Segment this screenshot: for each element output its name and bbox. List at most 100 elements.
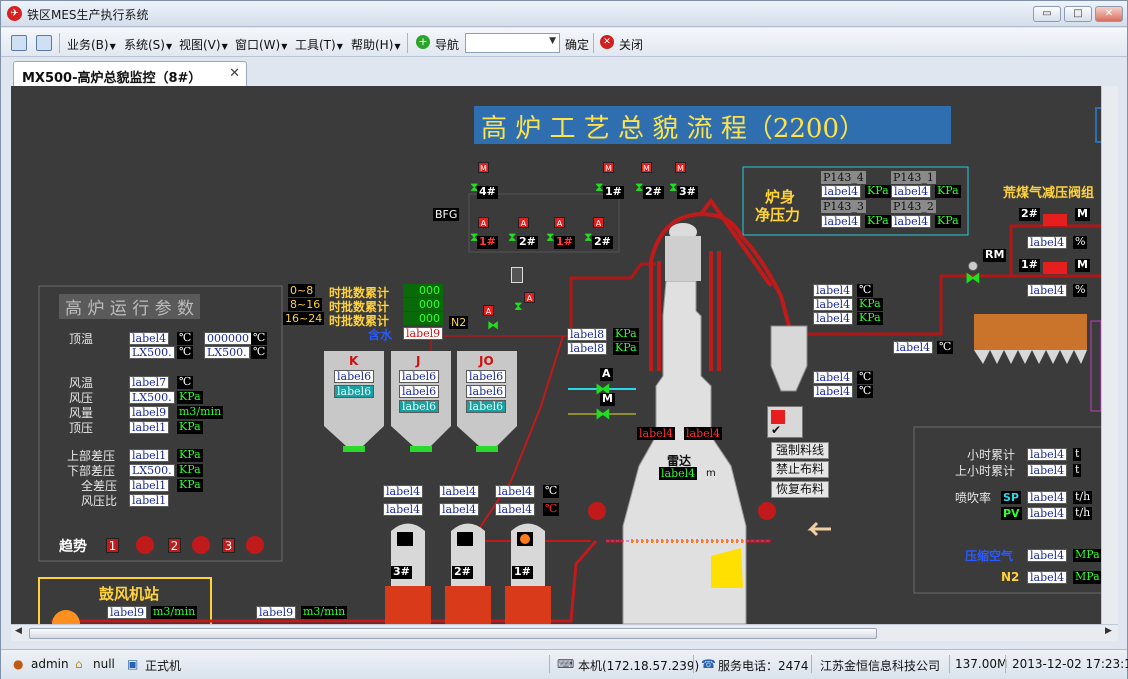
stove-2-base: [445, 586, 491, 624]
param-value: LX500.: [129, 391, 175, 404]
tuyere-left: [588, 502, 606, 520]
param-value: label9: [129, 406, 170, 419]
rm-valve-icon[interactable]: ⧓: [965, 270, 981, 286]
shaft-press-title-2: 净压力: [755, 206, 801, 224]
nav-label: 导航: [435, 38, 460, 52]
status-separator: [1005, 655, 1006, 673]
close-window-button[interactable]: ✕: [1095, 6, 1123, 22]
gas-valve-2: [1043, 214, 1067, 226]
param-unit: KPa: [177, 390, 203, 404]
hopper-jo-value-1: label6: [466, 370, 507, 383]
gas-valve-2-unit: %: [1073, 235, 1088, 249]
menu-business[interactable]: 业务(B)▼: [67, 36, 116, 53]
valve-2c-tag: 2#: [592, 235, 613, 249]
close-icon[interactable]: ✕: [600, 35, 614, 49]
resume-charging-button[interactable]: 恢复布料: [771, 481, 830, 498]
param-value: 000000: [204, 332, 252, 345]
stop-charging-button[interactable]: 禁止布料: [771, 461, 830, 478]
radar-value: label4: [659, 467, 698, 480]
hopper-jo-value-2: label6: [466, 385, 507, 398]
pipe-temp-unit: ℃: [937, 340, 954, 354]
n2-valve-m-icon[interactable]: ⧓: [595, 406, 611, 422]
valve-auto-a: A: [483, 305, 494, 316]
pv-tag: PV: [1001, 507, 1022, 520]
chevron-down-icon[interactable]: ▼: [549, 36, 556, 46]
batch-value-2: 000: [403, 298, 443, 311]
check-icon[interactable]: ✔: [771, 424, 785, 437]
tuyere-unit: ℃: [543, 484, 560, 498]
minimize-button[interactable]: ▭: [1033, 6, 1061, 22]
trend-button-1[interactable]: 1: [106, 538, 119, 553]
param-value: label7: [129, 376, 170, 389]
valve-icon[interactable]: ⧗: [508, 231, 516, 243]
scroll-left-icon[interactable]: ◀: [15, 626, 22, 636]
menu-window[interactable]: 窗口(W)▼: [235, 36, 287, 53]
dust-unit-1: ℃: [857, 283, 874, 297]
navigate-icon[interactable]: +: [416, 35, 430, 49]
water-value: label9: [403, 327, 444, 340]
tab-mx500[interactable]: MX500-高炉总貌监控（8#） ✕: [13, 61, 247, 86]
mid-unit-1: KPa: [613, 327, 639, 341]
restore-button[interactable]: □: [1064, 6, 1092, 22]
nav-combo[interactable]: ▼: [465, 33, 560, 53]
hopper-small-icon: [511, 267, 523, 283]
upload-icon[interactable]: [36, 35, 52, 51]
menu-help[interactable]: 帮助(H)▼: [351, 36, 401, 53]
scrollbar-thumb[interactable]: [29, 628, 877, 639]
bed-spikes: [974, 350, 1087, 364]
gas-valve-1-unit: %: [1073, 283, 1088, 297]
menu-system[interactable]: 系统(S)▼: [124, 36, 172, 53]
shaft-value: label4: [821, 185, 862, 198]
injection-unit: t: [1073, 447, 1082, 461]
shaft-value: label4: [891, 215, 932, 228]
valve-2b-tag: 2#: [517, 235, 538, 249]
blower-value-2: label9: [256, 606, 297, 619]
param-value: label1: [129, 449, 170, 462]
hopper-k-value-1: label6: [334, 370, 375, 383]
stove-3-base: [385, 586, 431, 624]
status-company: 江苏金恒信息科技公司: [820, 659, 941, 673]
n2-unit: MPa: [1073, 570, 1101, 584]
trend-button-2[interactable]: 2: [168, 538, 181, 553]
trend-button-3[interactable]: 3: [222, 538, 235, 553]
param-unit: ℃: [177, 375, 194, 389]
confirm-button[interactable]: 确定: [565, 36, 589, 53]
hopper-j-value-3: label6: [399, 400, 440, 413]
force-stockline-button[interactable]: 强制料线: [771, 442, 830, 459]
valve-auto-a: A: [478, 217, 489, 228]
batch-range-2: 8~16: [288, 298, 323, 311]
hopper-k-gate: [343, 446, 365, 452]
menu-tools[interactable]: 工具(T)▼: [295, 36, 343, 53]
shaft-col-3: P143_3: [821, 200, 866, 213]
close-button[interactable]: 关闭: [619, 36, 643, 53]
scroll-right-icon[interactable]: ▶: [1105, 626, 1112, 636]
horizontal-scrollbar[interactable]: ◀ ▶: [11, 624, 1118, 641]
hopper-jo-value-3: label6: [466, 400, 507, 413]
valve-motor-m: M: [641, 162, 652, 173]
param-value: LX500.: [129, 464, 175, 477]
bfg-tag: BFG: [433, 208, 460, 221]
batch-range-3: 16~24: [283, 312, 325, 325]
status-mode: 正式机: [145, 659, 182, 673]
stove-1-base: [505, 586, 551, 624]
mid-value-2: label8: [567, 342, 608, 355]
menu-view[interactable]: 视图(V)▼: [179, 36, 228, 53]
valve-icon[interactable]: ⧓: [487, 319, 499, 331]
vertical-scrollbar[interactable]: [1101, 86, 1118, 624]
menu-bar: 业务(B)▼ 系统(S)▼ 视图(V)▼ 窗口(W)▼ 工具(T)▼ 帮助(H)…: [1, 28, 1127, 57]
param-unit: KPa: [177, 420, 203, 434]
stove-1-flame: [520, 534, 530, 544]
gas-valve-1-mode: M: [1075, 258, 1090, 272]
tab-label: MX500-高炉总貌监控（8#）: [22, 71, 202, 86]
dust-temp-unit-1: ℃: [857, 370, 874, 384]
valve-icon[interactable]: ⧗: [514, 300, 522, 312]
hopper-k-name: K: [349, 354, 359, 368]
refresh-icon[interactable]: [11, 35, 27, 51]
tab-close-icon[interactable]: ✕: [229, 66, 240, 81]
right-frame-edge: [1090, 320, 1101, 412]
window-title: 铁区MES生产执行系统: [27, 8, 149, 22]
param-unit: ℃: [177, 345, 194, 359]
param-value: label4: [129, 332, 170, 345]
furnace-throat: [665, 236, 701, 281]
scada-canvas: 高 炉 工 艺 总 貌 流 程（2200） 高 炉 运 行 参 数 顶温 lab…: [11, 86, 1101, 624]
